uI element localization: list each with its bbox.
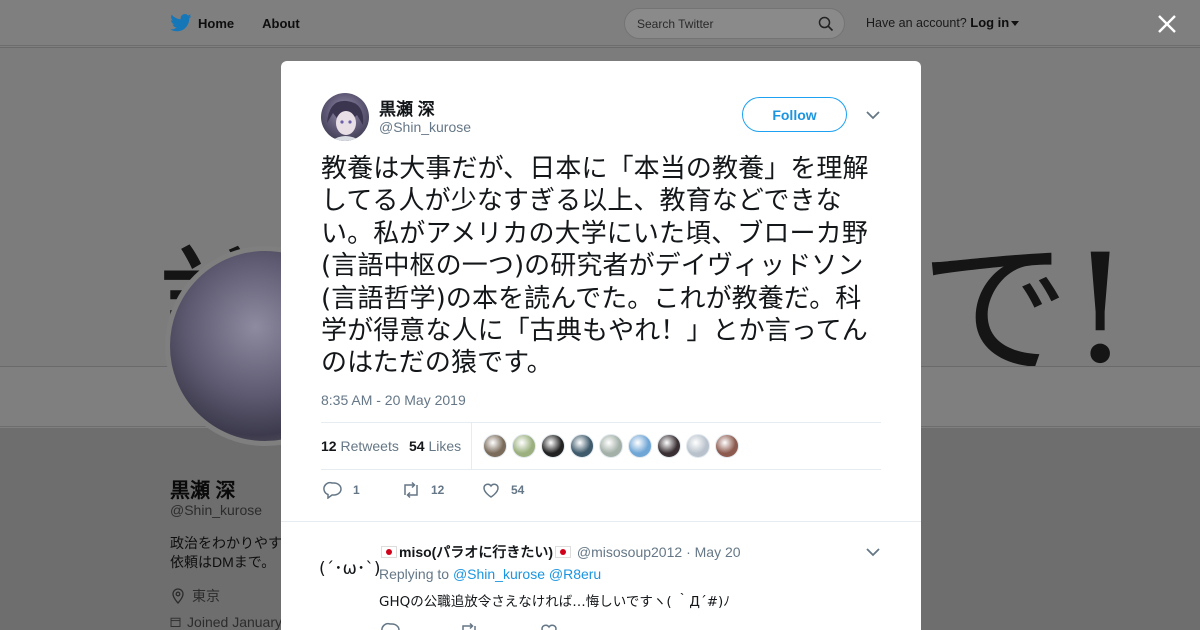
location-pin-icon <box>172 588 184 604</box>
reply-action[interactable]: 1 <box>323 481 360 499</box>
retweet-icon[interactable] <box>459 622 479 630</box>
reply-text: GHQの公職追放令さえなければ…悔しいですヽ( ｀Д´#)ﾉ <box>379 594 731 610</box>
like-action[interactable]: 54 <box>481 481 524 499</box>
tweet-author-handle[interactable]: @Shin_kurose <box>379 119 471 135</box>
tweet-author-avatar[interactable] <box>321 93 369 141</box>
caret-down-icon[interactable] <box>1011 21 1020 27</box>
liker-avatar[interactable] <box>599 434 623 458</box>
nav-home-label: Home <box>198 15 235 31</box>
retweet-icon <box>404 481 418 499</box>
likes-count: 54 <box>409 438 425 454</box>
top-navigation-bar: Home About Have an account? Log in <box>0 0 1200 46</box>
like-count: 54 <box>511 483 525 497</box>
retweet-count: 12 <box>431 483 445 497</box>
retweets-label: Retweets <box>340 438 399 454</box>
reply-author-handle[interactable]: @misosoup2012 <box>577 544 682 560</box>
replying-to-link[interactable]: @Shin_kurose <box>453 566 545 582</box>
liker-avatar[interactable] <box>628 434 652 458</box>
stats-divider <box>471 423 472 470</box>
heart-icon[interactable] <box>539 622 559 630</box>
liker-avatar[interactable] <box>483 434 507 458</box>
search-input[interactable] <box>637 15 807 33</box>
search-box <box>624 8 845 39</box>
account-area: Have an account? Log in <box>866 15 1020 30</box>
follow-button[interactable]: Follow <box>742 97 847 132</box>
heart-icon <box>483 483 499 498</box>
reply-tweet[interactable]: (´･ω･`) miso(パラオに行きたい) @misosoup2012 · M… <box>281 521 921 630</box>
replying-to: Replying to @Shin_kurose @R8eru <box>379 566 601 582</box>
tweet-text: 教養は大事だが、日本に「本当の教養」を理解してる人が少なすぎる以上、教育などでき… <box>321 154 869 379</box>
close-icon[interactable] <box>1155 12 1179 36</box>
reply-actions <box>381 622 581 630</box>
profile-bio: 政治をわかりやすく 依頼はDMまで。 <box>170 534 282 572</box>
profile-joined-text: Joined January <box>187 614 282 630</box>
replying-to-prefix: Replying to <box>379 566 450 582</box>
replying-to-link[interactable]: @R8eru <box>549 566 601 582</box>
tweet-timestamp[interactable]: 8:35 AM - 20 May 2019 <box>321 392 466 408</box>
liker-avatar[interactable] <box>570 434 594 458</box>
have-account-text: Have an account? <box>866 16 967 30</box>
nav-home-link[interactable]: Home <box>170 14 234 32</box>
banner-brush-glyphs-right: で! <box>920 223 1131 367</box>
tweet-stats: 12 Retweets 54 Likes <box>321 422 881 470</box>
liker-avatar[interactable] <box>715 434 739 458</box>
likes-label: Likes <box>428 438 462 454</box>
tweet-permalink-modal: 黒瀬 深 @Shin_kurose Follow 教養は大事だが、日本に「本当の… <box>281 61 921 630</box>
retweets-stat[interactable]: 12 Retweets <box>321 438 399 454</box>
nav-about-label: About <box>262 15 300 31</box>
profile-bio-line: 政治をわかりやすく <box>170 535 282 551</box>
liker-avatar[interactable] <box>686 434 710 458</box>
tweet-author-name[interactable]: 黒瀬 深 <box>379 95 435 120</box>
search-icon[interactable] <box>818 16 834 32</box>
reply-count: 1 <box>353 483 360 497</box>
reply-header: miso(パラオに行きたい) @misosoup2012 · May 20 <box>379 542 741 562</box>
chevron-down-icon[interactable] <box>865 109 881 121</box>
liker-avatar[interactable] <box>512 434 536 458</box>
twitter-bird-icon <box>170 14 192 32</box>
liker-avatars <box>483 434 744 458</box>
reply-icon[interactable] <box>381 622 401 630</box>
retweet-action[interactable]: 12 <box>401 481 444 499</box>
retweets-count: 12 <box>321 438 337 454</box>
reply-icon <box>323 481 342 499</box>
tweet-actions: 1 12 54 <box>321 481 881 501</box>
reply-author-name[interactable]: miso(パラオに行きたい) <box>399 544 553 560</box>
profile-handle: @Shin_kurose <box>170 502 263 518</box>
profile-location: 東京 <box>170 586 220 606</box>
reply-author-avatar[interactable]: (´･ω･`) <box>319 554 381 579</box>
liker-avatar[interactable] <box>541 434 565 458</box>
profile-bio-line: 依頼はDMまで。 <box>170 554 276 570</box>
likes-stat[interactable]: 54 Likes <box>409 438 461 454</box>
profile-location-text: 東京 <box>192 588 220 604</box>
calendar-icon <box>170 617 181 627</box>
liker-avatar[interactable] <box>657 434 681 458</box>
chevron-down-icon[interactable] <box>865 546 881 558</box>
japan-flag-icon <box>555 546 571 558</box>
profile-joined: Joined January <box>170 614 282 630</box>
nav-left: Home About <box>170 0 328 46</box>
profile-name: 黒瀬 深 <box>170 480 236 502</box>
japan-flag-icon <box>381 546 397 558</box>
avatar-illustration-icon <box>327 100 364 141</box>
login-link[interactable]: Log in <box>970 15 1009 30</box>
reply-date[interactable]: · May 20 <box>686 544 740 560</box>
nav-about-link[interactable]: About <box>262 16 300 31</box>
